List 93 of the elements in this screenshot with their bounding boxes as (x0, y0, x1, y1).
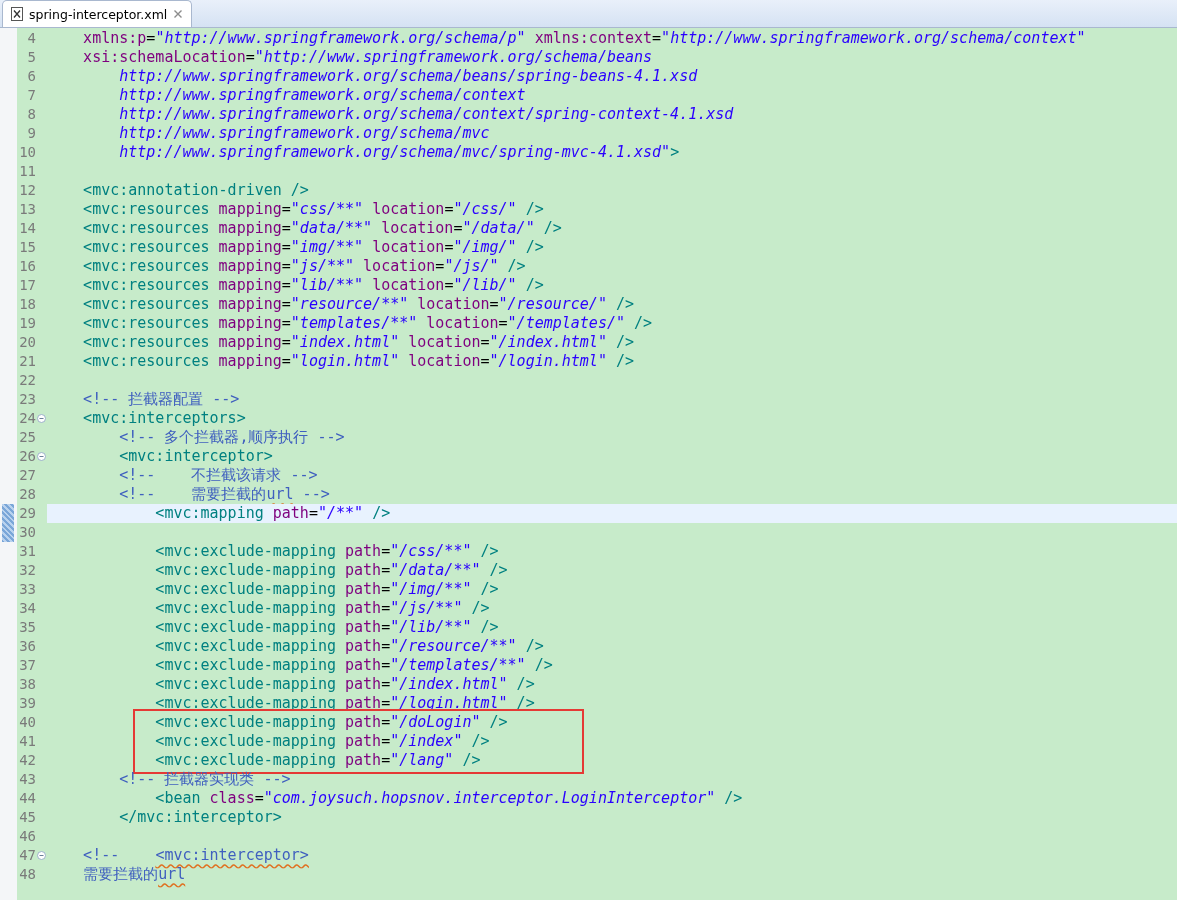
code-line: xmlns:p="http://www.springframework.org/schema/p" xmlns:context="http://www.springframework.org/schema/context" (82, 29, 1086, 47)
code-line: http://www.springframework.org/schema/context/spring-context-4.1.xsd (118, 105, 734, 123)
code-line: <!-- 需要拦截的url --> (118, 485, 330, 503)
line-number: 6 (26, 67, 36, 86)
code-line: <mvc:resources mapping="index.html" location="/index.html" /> (82, 333, 635, 351)
line-number: 12 (18, 181, 36, 200)
collapse-icon[interactable] (37, 452, 46, 461)
line-number: 17 (18, 276, 36, 295)
code-line: <!-- 拦截器实现类 --> (118, 770, 291, 788)
code-line: <mvc:exclude-mapping path="/resource/**" /> (154, 637, 544, 655)
code-line: <mvc:resources mapping="resource/**" location="/resource/" /> (82, 295, 635, 313)
close-icon[interactable] (173, 9, 184, 19)
line-number: 33 (18, 580, 36, 599)
code-line: <mvc:annotation-driven /> (82, 181, 309, 199)
line-number: 47 (18, 846, 36, 865)
code-line: <mvc:interceptors> (82, 409, 246, 427)
code-line: <mvc:mapping path="/**" /> (154, 504, 391, 522)
line-number: 32 (18, 561, 36, 580)
code-line: <bean class="com.joysuch.hopsnov.interceptor.LoginInterceptor" /> (154, 789, 743, 807)
code-line: <mvc:exclude-mapping path="/login.html" /> (154, 694, 535, 712)
line-number: 24 (18, 409, 36, 428)
code-line: <mvc:interceptor> (118, 447, 273, 465)
line-number: 21 (18, 352, 36, 371)
line-number: 19 (18, 314, 36, 333)
code-line: <mvc:resources mapping="img/**" location="/img/" /> (82, 238, 544, 256)
code-line: <mvc:exclude-mapping path="/js/**" /> (154, 599, 490, 617)
line-number: 22 (18, 371, 36, 390)
code-line: 需要拦截的url (82, 865, 186, 883)
line-number: 4 (26, 29, 36, 48)
code-line: http://www.springframework.org/schema/beans/spring-beans-4.1.xsd (118, 67, 698, 85)
line-number: 8 (26, 105, 36, 124)
code-line: <mvc:exclude-mapping path="/css/**" /> (154, 542, 499, 560)
code-line: <mvc:exclude-mapping path="/img/**" /> (154, 580, 499, 598)
line-number: 43 (18, 770, 36, 789)
line-number: 11 (18, 162, 36, 181)
code-line: <mvc:exclude-mapping path="/lang" /> (154, 751, 481, 769)
code-line: <mvc:resources mapping="lib/**" location="/lib/" /> (82, 276, 544, 294)
code-line: <mvc:exclude-mapping path="/lib/**" /> (154, 618, 499, 636)
code-line: <!-- 拦截器配置 --> (82, 390, 240, 408)
line-number: 40 (18, 713, 36, 732)
code-line: <mvc:resources mapping="css/**" location="/css/" /> (82, 200, 544, 218)
collapse-icon[interactable] (37, 851, 46, 860)
code-line: <mvc:resources mapping="js/**" location="/js/" /> (82, 257, 526, 275)
line-number: 23 (18, 390, 36, 409)
editor-tab[interactable]: spring-interceptor.xml (2, 0, 193, 27)
line-number: 9 (26, 124, 36, 143)
line-number: 27 (18, 466, 36, 485)
line-number: 20 (18, 333, 36, 352)
line-number: 37 (18, 656, 36, 675)
code-line: http://www.springframework.org/schema/mvc (118, 124, 490, 142)
tab-title: spring-interceptor.xml (29, 6, 168, 22)
line-number: 10 (18, 143, 36, 162)
code-line: </mvc:interceptor> (118, 808, 282, 826)
line-number: 7 (26, 86, 36, 105)
line-number: 39 (18, 694, 36, 713)
xml-file-icon (11, 7, 23, 21)
code-line: <mvc:exclude-mapping path="/index.html" /> (154, 675, 535, 693)
code-line: <mvc:resources mapping="data/**" location="/data/" /> (82, 219, 562, 237)
line-number: 38 (18, 675, 36, 694)
code-line: <mvc:exclude-mapping path="/data/**" /> (154, 561, 508, 579)
line-number: 44 (18, 789, 36, 808)
code-line: <mvc:resources mapping="login.html" location="/login.html" /> (82, 352, 635, 370)
line-number: 16 (18, 257, 36, 276)
line-number: 26 (18, 447, 36, 466)
line-number: 45 (18, 808, 36, 827)
line-number: 28 (18, 485, 36, 504)
line-number: 48 (18, 865, 36, 884)
code-line: <!-- <mvc:interceptor> (82, 846, 309, 864)
line-number: 18 (18, 295, 36, 314)
code-line: xsi:schemaLocation="http://www.springframework.org/schema/beans (82, 48, 653, 66)
line-number: 14 (18, 219, 36, 238)
line-number: 13 (18, 200, 36, 219)
code-line: <mvc:resources mapping="templates/**" location="/templates/" /> (82, 314, 653, 332)
code-line: <mvc:exclude-mapping path="/doLogin" /> (154, 713, 508, 731)
code-line: <!-- 多个拦截器,顺序执行 --> (118, 428, 345, 446)
line-number: 29 (18, 504, 36, 523)
line-number: 42 (18, 751, 36, 770)
line-number: 25 (18, 428, 36, 447)
code-line: <!-- 不拦截该请求 --> (118, 466, 318, 484)
code-line: http://www.springframework.org/schema/context (118, 86, 526, 104)
line-number: 15 (18, 238, 36, 257)
line-number: 5 (26, 48, 36, 67)
code-line: <mvc:exclude-mapping path="/index" /> (154, 732, 490, 750)
collapse-icon[interactable] (37, 414, 46, 423)
code-line: http://www.springframework.org/schema/mvc/spring-mvc-4.1.xsd"> (118, 143, 680, 161)
line-number: 31 (18, 542, 36, 561)
line-number: 34 (18, 599, 36, 618)
code-line: <mvc:exclude-mapping path="/templates/**" /> (154, 656, 553, 674)
line-number: 35 (18, 618, 36, 637)
line-number: 41 (18, 732, 36, 751)
line-number: 36 (18, 637, 36, 656)
line-number: 46 (18, 827, 36, 846)
line-number: 30 (18, 523, 36, 542)
